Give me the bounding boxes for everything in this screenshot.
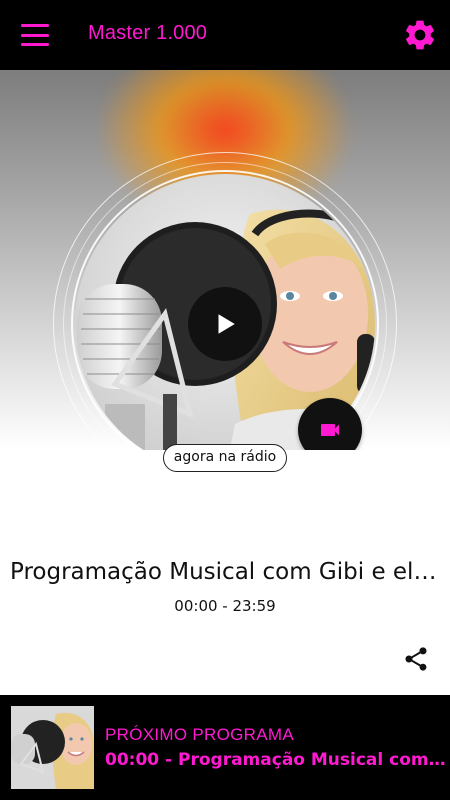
play-icon (218, 314, 235, 334)
video-camera-icon (321, 424, 339, 436)
next-program-bar[interactable]: PRÓXIMO PROGRAMA 00:00 - Programação Mus… (0, 695, 450, 800)
current-program-time: 00:00 - 23:59 (174, 597, 276, 615)
current-program-title: Programação Musical com Gibi e eli... (10, 559, 440, 585)
hero-artwork-area (0, 70, 450, 450)
on-air-badge: agora na rádio (163, 444, 287, 472)
top-app-bar: Master 1.000 (0, 0, 450, 70)
play-button[interactable] (188, 287, 262, 361)
gear-icon[interactable] (402, 17, 438, 53)
radio-app-screen: Master 1.000 agora na rádio Programação … (0, 0, 450, 800)
next-program-label: PRÓXIMO PROGRAMA (105, 725, 294, 744)
next-program-title: 00:00 - Programação Musical com Gibi e e… (105, 750, 450, 770)
next-program-thumbnail (11, 706, 94, 789)
share-icon[interactable] (402, 645, 430, 673)
hamburger-menu-icon[interactable] (16, 20, 54, 50)
app-title: Master 1.000 (88, 22, 208, 44)
